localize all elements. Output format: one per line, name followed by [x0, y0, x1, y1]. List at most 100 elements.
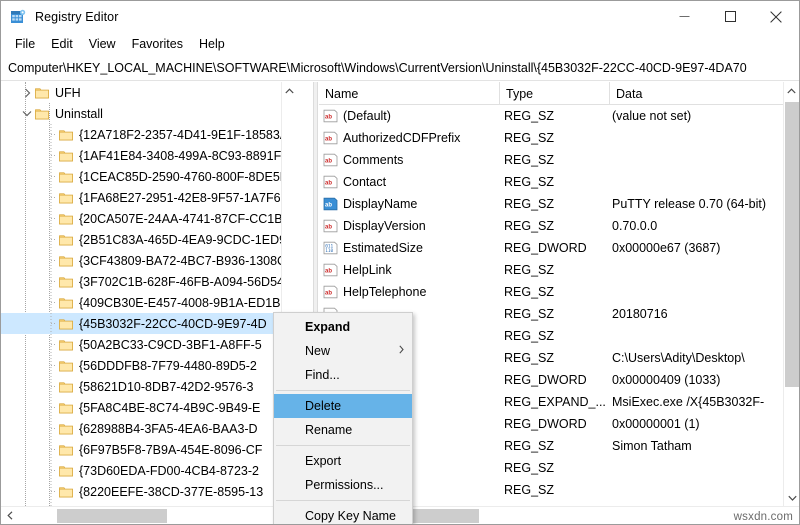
context-menu-item-expand[interactable]: Expand: [274, 315, 412, 339]
tree-connector: [43, 439, 59, 460]
maximize-button[interactable]: [707, 1, 753, 32]
value-type-cell: REG_SZ: [504, 329, 555, 343]
value-data-cell: Simon Tatham: [612, 439, 692, 453]
tree-horizontal-scrollbar[interactable]: [1, 506, 297, 524]
tree-item[interactable]: {1CEAC85D-2590-4760-800F-8DE5B: [1, 166, 297, 187]
tree-item[interactable]: {20CA507E-24AA-4741-87CF-CC1B2: [1, 208, 297, 229]
tree-item[interactable]: {3F702C1B-628F-46FB-A094-56D54: [1, 271, 297, 292]
tree-scroll-up-icon[interactable]: [282, 82, 297, 99]
folder-icon: [59, 276, 73, 288]
context-menu-item-find[interactable]: Find...: [274, 363, 412, 387]
tree-item-label: {2B51C83A-465D-4EA9-9CDC-1ED9: [79, 232, 287, 247]
value-name-cell: ab HelpTelephone: [319, 281, 500, 303]
tree-item[interactable]: {56DDDFB8-7F79-4480-89D5-2: [1, 355, 297, 376]
tree-item[interactable]: {1FA68E27-2951-42E8-9F57-1A7F65: [1, 187, 297, 208]
value-row[interactable]: ab HelpLink REG_SZ: [319, 259, 783, 281]
folder-icon: [59, 213, 73, 225]
tree-item[interactable]: {6F97B5F8-7B9A-454E-8096-CF: [1, 439, 297, 460]
tree-item-label: {45B3032F-22CC-40CD-9E97-4D: [79, 316, 267, 331]
folder-icon: [59, 360, 73, 372]
close-button[interactable]: [753, 1, 799, 32]
context-menu-item-new[interactable]: New: [274, 339, 412, 363]
context-menu-item-delete[interactable]: Delete: [274, 394, 412, 418]
tree-scroll-left-icon[interactable]: [1, 507, 18, 525]
tree-item[interactable]: {3CF43809-BA72-4BC7-B936-1308C: [1, 250, 297, 271]
value-row[interactable]: ab Comments REG_SZ: [319, 149, 783, 171]
context-menu-item-rename[interactable]: Rename: [274, 418, 412, 442]
menu-favorites[interactable]: Favorites: [124, 35, 191, 54]
value-row[interactable]: ab AuthorizedCDFPrefix REG_SZ: [319, 127, 783, 149]
tree-item-selected[interactable]: {45B3032F-22CC-40CD-9E97-4D: [1, 313, 297, 334]
tree-item[interactable]: {1AF41E84-3408-499A-8C93-8891F0: [1, 145, 297, 166]
tree-connector: [43, 460, 59, 481]
tree-item[interactable]: Uninstall: [1, 103, 297, 124]
string-value-icon: ab: [323, 285, 338, 299]
tree-item[interactable]: {628988B4-3FA5-4EA6-BAA3-D: [1, 418, 297, 439]
column-header-name[interactable]: Name: [319, 82, 500, 105]
tree-item[interactable]: {58621D10-8DB7-42D2-9576-3: [1, 376, 297, 397]
chevron-down-icon[interactable]: [19, 110, 35, 117]
column-header-data[interactable]: Data: [610, 82, 783, 105]
tree-item[interactable]: {50A2BC33-C9CD-3BF1-A8FF-5: [1, 334, 297, 355]
value-type-cell: REG_SZ: [504, 175, 555, 189]
column-header-type[interactable]: Type: [500, 82, 610, 105]
tree-item[interactable]: {8220EEFE-38CD-377E-8595-13: [1, 481, 297, 502]
value-row[interactable]: 011 110 EstimatedSize REG_DWORD 0x00000e67 (…: [319, 237, 783, 259]
tree-item[interactable]: {12A718F2-2357-4D41-9E1F-18583A: [1, 124, 297, 145]
tree-item-label: {409CB30E-E457-4008-9B1A-ED1B9: [79, 295, 288, 310]
values-scroll-down-icon[interactable]: [784, 489, 799, 506]
value-data-cell: [612, 259, 783, 281]
value-type-cell: REG_SZ: [504, 285, 555, 299]
menu-bar: File Edit View Favorites Help: [1, 32, 799, 56]
value-row[interactable]: ab DisplayVersion REG_SZ 0.70.0.0: [319, 215, 783, 237]
value-name: (Default): [343, 109, 391, 123]
svg-text:ab: ab: [325, 268, 332, 274]
tree-item[interactable]: {409CB30E-E457-4008-9B1A-ED1B9: [1, 292, 297, 313]
tree-connector: [43, 292, 59, 313]
string-value-icon: ab: [323, 109, 338, 123]
tree-item-label: {1FA68E27-2951-42E8-9F57-1A7F65: [79, 190, 288, 205]
menu-file[interactable]: File: [7, 35, 43, 54]
folder-icon: [59, 150, 73, 162]
value-type-cell: REG_SZ: [504, 483, 555, 497]
value-type-cell: REG_SZ: [504, 307, 555, 321]
value-row[interactable]: ab HelpTelephone REG_SZ: [319, 281, 783, 303]
tree-item[interactable]: {2B51C83A-465D-4EA9-9CDC-1ED9: [1, 229, 297, 250]
values-vertical-scrollbar[interactable]: [783, 82, 799, 506]
folder-icon: [59, 192, 73, 204]
value-data-cell: [612, 171, 783, 193]
tree-item-label: {20CA507E-24AA-4741-87CF-CC1B2: [79, 211, 290, 226]
values-vscroll-thumb[interactable]: [785, 102, 799, 387]
registry-tree[interactable]: UFH Uninstall {12A718F2-2357-4D41-9E1F-185…: [1, 82, 297, 506]
value-name-cell: ab DisplayVersion: [319, 215, 500, 237]
tree-connector: [43, 481, 59, 502]
context-menu-item-permissions[interactable]: Permissions...: [274, 473, 412, 497]
minimize-button[interactable]: [661, 1, 707, 32]
context-menu-separator: [276, 390, 410, 391]
tree-item[interactable]: {73D60EDA-FD00-4CB4-8723-2: [1, 460, 297, 481]
address-bar[interactable]: Computer\HKEY_LOCAL_MACHINE\SOFTWARE\Mic…: [1, 56, 799, 81]
context-menu-item-export[interactable]: Export: [274, 449, 412, 473]
chevron-right-icon[interactable]: [19, 88, 35, 98]
tree-item-label: {3F702C1B-628F-46FB-A094-56D54: [79, 274, 284, 289]
context-menu-item-label: Find...: [305, 368, 340, 382]
menu-help[interactable]: Help: [191, 35, 233, 54]
value-row[interactable]: ab (Default) REG_SZ (value not set): [319, 105, 783, 127]
string-value-icon: ab: [323, 219, 338, 233]
tree-hscroll-thumb[interactable]: [57, 509, 167, 523]
tree-item[interactable]: UFH: [1, 82, 297, 103]
folder-icon: [59, 444, 73, 456]
value-data-cell: 0x00000409 (1033): [612, 373, 721, 387]
tree-item[interactable]: {5FA8C4BE-8C74-4B9C-9B49-E: [1, 397, 297, 418]
context-menu-item-copy-key-name[interactable]: Copy Key Name: [274, 504, 412, 524]
menu-edit[interactable]: Edit: [43, 35, 81, 54]
values-scroll-up-icon[interactable]: [784, 82, 799, 99]
watermark: wsxdn.com: [733, 511, 793, 523]
menu-view[interactable]: View: [81, 35, 124, 54]
context-menu-item-label: Delete: [305, 399, 342, 413]
value-name-cell: ab DisplayName: [319, 193, 500, 215]
value-name-cell: ab Contact: [319, 171, 500, 193]
value-data-cell: [612, 127, 783, 149]
value-row[interactable]: ab DisplayName REG_SZ PuTTY release 0.70 (6…: [319, 193, 783, 215]
value-row[interactable]: ab Contact REG_SZ: [319, 171, 783, 193]
